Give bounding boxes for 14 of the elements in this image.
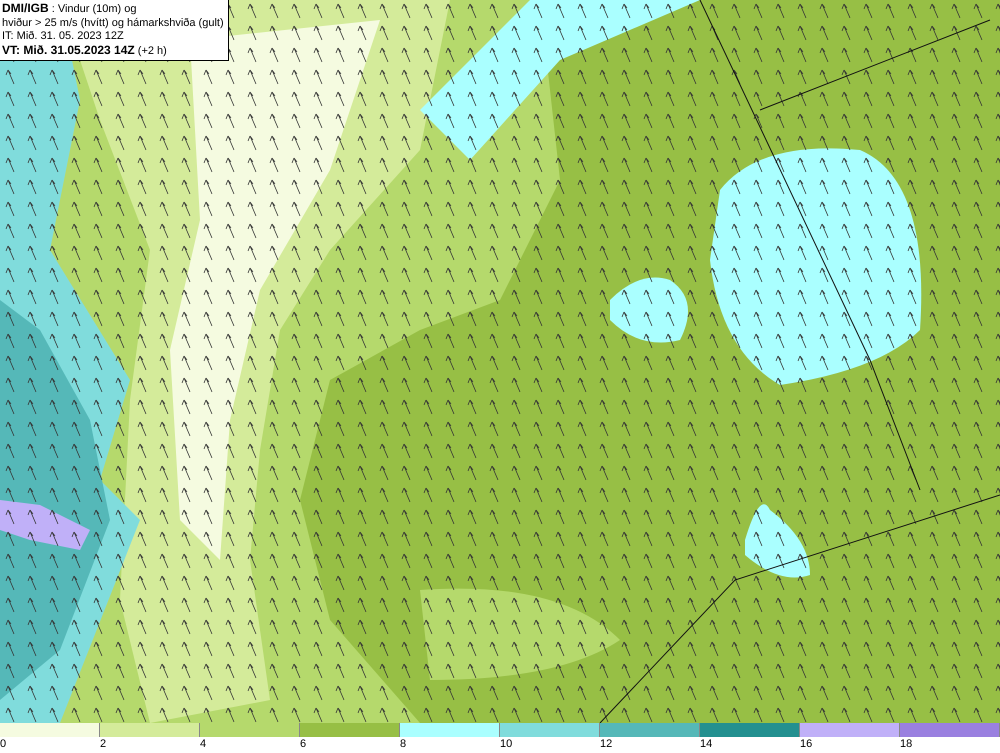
- title-line: DMI/IGB : Vindur (10m) og: [2, 2, 138, 16]
- legend-label: 10: [500, 737, 512, 751]
- legend-label: 16: [800, 737, 812, 751]
- legend-label: 14: [700, 737, 712, 751]
- legend-label: 2: [100, 737, 106, 751]
- legend-label: 8: [400, 737, 406, 751]
- legend-label: 12: [600, 737, 612, 751]
- title-line: IT: Mið. 31. 05. 2023 12Z: [2, 30, 125, 44]
- legend-label: 18: [900, 737, 912, 751]
- title-line: VT: Mið. 31.05.2023 14Z (+2 h): [2, 44, 168, 58]
- title-line: hviður > 25 m/s (hvítt) og hámarkshviða (gult): [2, 16, 224, 30]
- legend-label: 0: [0, 737, 6, 751]
- legend-label: 4: [200, 737, 206, 751]
- legend-label: 6: [300, 737, 306, 751]
